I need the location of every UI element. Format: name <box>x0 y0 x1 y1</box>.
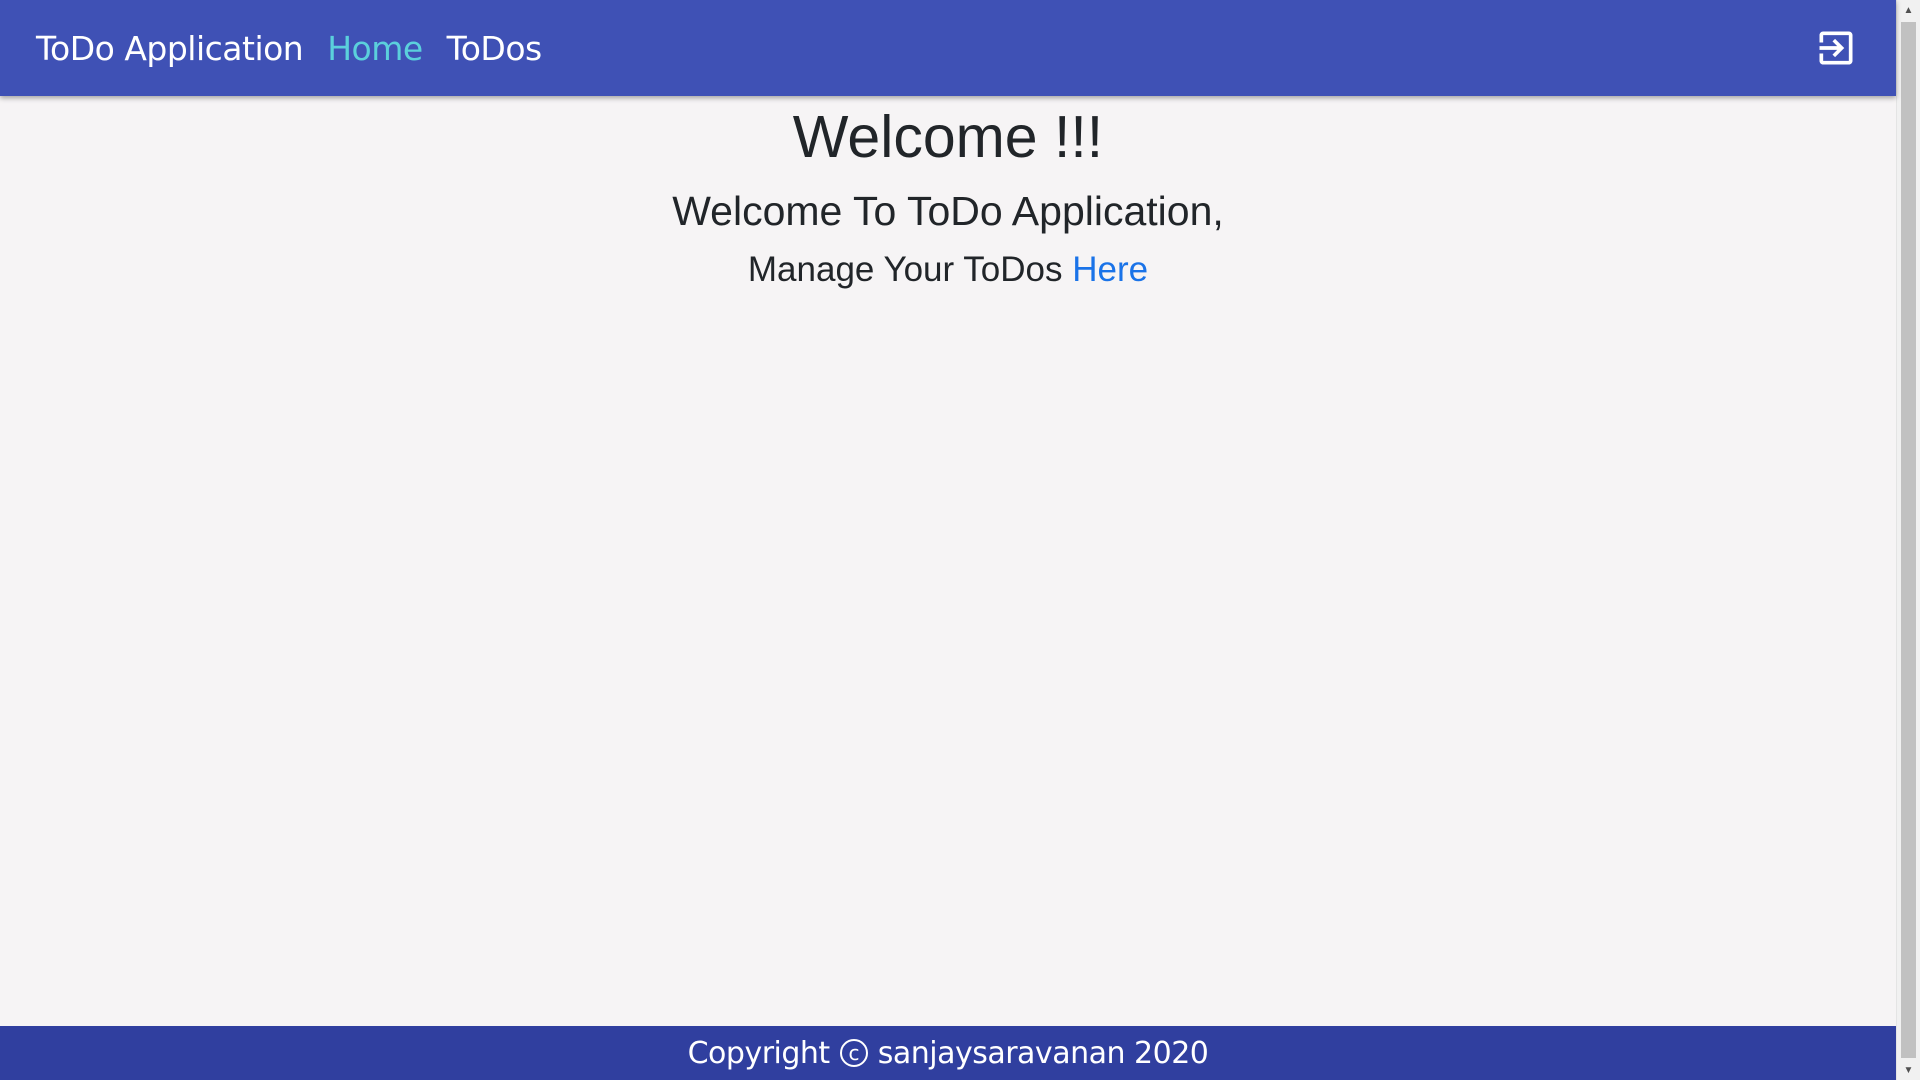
manage-todos-line: Manage Your ToDos Here <box>0 241 1896 299</box>
welcome-subtitle: Welcome To ToDo Application, <box>672 188 1224 234</box>
nav-link-todos[interactable]: ToDos <box>447 29 543 68</box>
vertical-scrollbar[interactable]: ▲ ▼ <box>1896 0 1920 1080</box>
main-content: Welcome !!! Welcome To ToDo Application,… <box>0 96 1896 299</box>
copyright-label: Copyright <box>687 1035 831 1071</box>
nav-link-home[interactable]: Home <box>327 29 423 68</box>
scrollbar-thumb[interactable] <box>1901 22 1916 1058</box>
copyright-icon: c <box>839 1039 868 1067</box>
manage-todos-text: Manage Your ToDos <box>747 250 1073 289</box>
copyright-owner: sanjaysaravanan 2020 <box>877 1035 1209 1071</box>
brand-link[interactable]: ToDo Application <box>36 29 304 68</box>
here-link[interactable]: Here <box>1072 250 1148 289</box>
navbar: ToDo Application Home ToDos <box>0 0 1896 96</box>
logout-button[interactable] <box>1814 26 1858 70</box>
logout-icon <box>1814 26 1858 70</box>
welcome-title: Welcome !!! <box>792 104 1104 170</box>
scroll-down-arrow-icon[interactable]: ▼ <box>1897 1060 1920 1080</box>
footer: Copyright c sanjaysaravanan 2020 <box>0 1026 1896 1080</box>
scroll-up-arrow-icon[interactable]: ▲ <box>1897 0 1920 20</box>
page: ToDo Application Home ToDos Welcome !!! … <box>0 0 1920 1080</box>
